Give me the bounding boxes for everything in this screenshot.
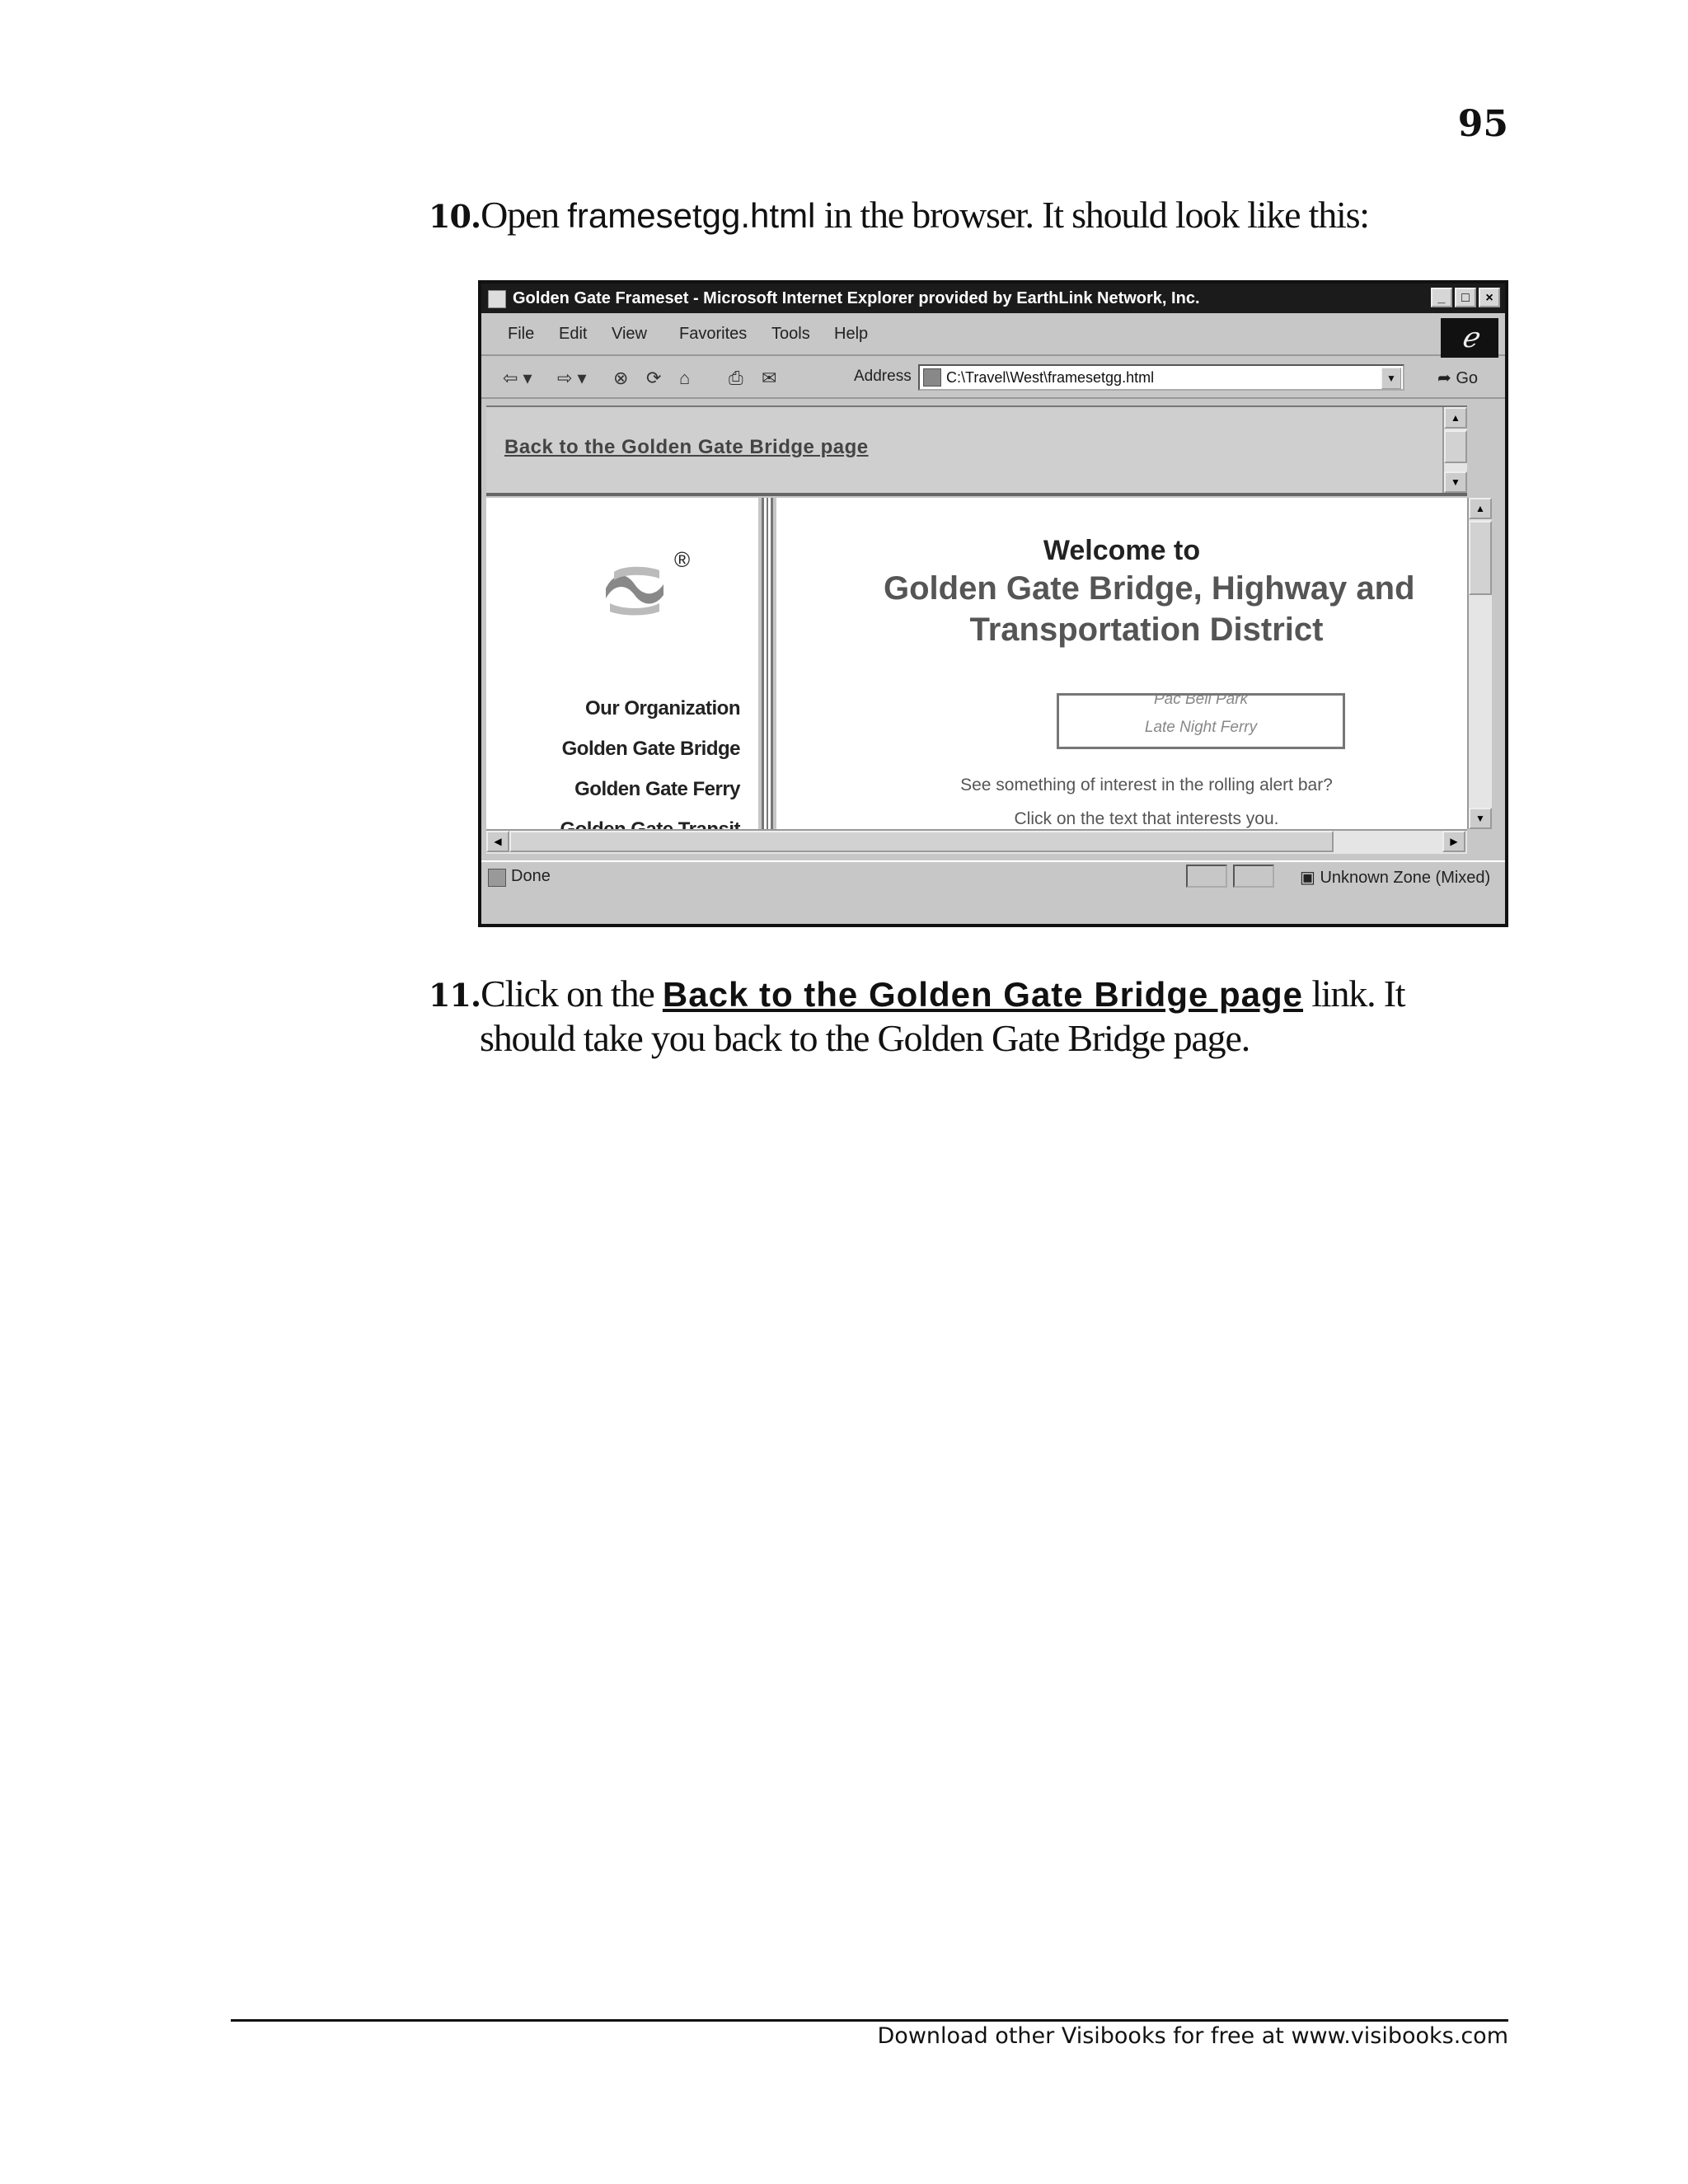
- address-value: C:\Travel\West\framesetgg.html: [946, 369, 1155, 386]
- menu-bar: File Edit View Favorites Tools Help: [481, 316, 1505, 356]
- top-frame-scrollbar[interactable]: ▲ ▼: [1442, 407, 1467, 493]
- top-frame: Back to the Golden Gate Bridge page ▲ ▼: [486, 405, 1467, 496]
- menu-favorites[interactable]: Favorites: [679, 325, 747, 344]
- close-button[interactable]: ×: [1479, 288, 1500, 307]
- nav-golden-gate-bridge[interactable]: Golden Gate Bridge: [562, 738, 741, 761]
- status-text: Done: [511, 867, 551, 885]
- back-to-bridge-text: Back to the Golden Gate Bridge page: [662, 975, 1304, 1014]
- mail-icon[interactable]: ✉: [762, 368, 776, 389]
- scroll-up-icon[interactable]: ▲: [1469, 498, 1492, 519]
- ie-page-icon: [488, 290, 506, 308]
- go-label: Go: [1456, 369, 1479, 387]
- back-icon[interactable]: ⇦ ▾: [503, 368, 532, 389]
- scroll-right-icon[interactable]: ▶: [1442, 831, 1465, 852]
- refresh-icon[interactable]: ⟳: [646, 368, 661, 389]
- footer-rule: [231, 2019, 1508, 2022]
- scroll-down-icon[interactable]: ▼: [1444, 471, 1467, 493]
- page-number: 95: [1457, 103, 1508, 145]
- home-icon[interactable]: ⌂: [679, 368, 690, 389]
- page-icon: [923, 368, 941, 387]
- minimize-button[interactable]: _: [1431, 288, 1452, 307]
- menu-file[interactable]: File: [508, 325, 534, 344]
- step-number: 10.: [429, 198, 481, 235]
- left-frame: ® Our Organization Golden Gate Bridge Go…: [486, 498, 758, 841]
- alert-text-1: See something of interest in the rolling…: [960, 776, 1333, 794]
- address-label: Address: [854, 368, 912, 385]
- step-text-before: Open: [481, 194, 568, 236]
- rolling-alert-bar[interactable]: Pac Bell Park Late Night Ferry: [1057, 693, 1345, 749]
- go-button[interactable]: ➦ Go: [1437, 368, 1478, 388]
- step-text-before: Click on the: [481, 972, 663, 1015]
- menu-edit[interactable]: Edit: [559, 325, 587, 344]
- file-name: framesetgg.html: [567, 196, 816, 235]
- ie-logo-icon: ℯ: [1441, 318, 1498, 358]
- status-cell: [1233, 865, 1274, 888]
- nav-our-organization[interactable]: Our Organization: [585, 697, 741, 720]
- golden-gate-logo: [606, 566, 663, 616]
- print-icon[interactable]: ⎙: [729, 368, 743, 389]
- district-heading-line1: Golden Gate Bridge, Highway and: [884, 570, 1415, 607]
- welcome-heading: Welcome to: [1043, 535, 1201, 566]
- address-input[interactable]: C:\Travel\West\framesetgg.html ▼: [918, 364, 1404, 391]
- menu-view[interactable]: View: [612, 325, 647, 344]
- scroll-left-icon[interactable]: ◀: [486, 831, 509, 852]
- district-heading-line2: Transportation District: [969, 612, 1324, 648]
- window-title: Golden Gate Frameset - Microsoft Interne…: [513, 289, 1200, 307]
- zone-text: Unknown Zone (Mixed): [1320, 869, 1491, 887]
- maximize-button[interactable]: □: [1455, 288, 1476, 307]
- scroll-thumb[interactable]: [1469, 521, 1492, 595]
- stop-icon[interactable]: ⊗: [613, 368, 628, 389]
- nav-golden-gate-ferry[interactable]: Golden Gate Ferry: [574, 778, 740, 801]
- step-11: 11.Click on the Back to the Golden Gate …: [429, 972, 1517, 1060]
- toolbar: ⇦ ▾ ⇨ ▾ ⊗ ⟳ ⌂ ⎙ ✉ Address C:\Travel\West…: [481, 358, 1505, 399]
- step-text-after: link. It: [1303, 972, 1405, 1015]
- scroll-thumb[interactable]: [509, 831, 1334, 852]
- page-done-icon: [488, 869, 506, 887]
- ticker-item[interactable]: Late Night Ferry: [1059, 719, 1343, 737]
- scroll-thumb[interactable]: [1444, 430, 1467, 463]
- scroll-up-icon[interactable]: ▲: [1444, 407, 1467, 429]
- browser-screenshot: Golden Gate Frameset - Microsoft Interne…: [478, 280, 1508, 927]
- chevron-down-icon[interactable]: ▼: [1381, 368, 1401, 389]
- frame-divider[interactable]: [762, 498, 773, 829]
- alert-text-2: Click on the text that interests you.: [1014, 809, 1279, 828]
- status-cell: [1186, 865, 1227, 888]
- back-to-bridge-link[interactable]: Back to the Golden Gate Bridge page: [504, 436, 869, 459]
- status-bar: Done ▣ Unknown Zone (Mixed): [481, 860, 1505, 892]
- step-10: 10.Open framesetgg.html in the browser. …: [429, 194, 1517, 238]
- forward-icon[interactable]: ⇨ ▾: [557, 368, 587, 389]
- footer-text: Download other Visibooks for free at www…: [877, 2023, 1508, 2049]
- step-text-after: in the browser. It should look like this…: [815, 194, 1370, 236]
- ticker-item[interactable]: Pac Bell Park: [1059, 696, 1343, 709]
- main-frame-scrollbar[interactable]: ▲ ▼: [1467, 498, 1492, 829]
- horizontal-scrollbar[interactable]: ◀ ▶: [486, 829, 1467, 854]
- menu-tools[interactable]: Tools: [771, 325, 810, 344]
- step-number: 11.: [429, 977, 481, 1014]
- main-frame: Welcome to Golden Gate Bridge, Highway a…: [776, 498, 1467, 829]
- scroll-down-icon[interactable]: ▼: [1469, 808, 1492, 829]
- menu-help[interactable]: Help: [834, 325, 868, 344]
- title-bar: Golden Gate Frameset - Microsoft Interne…: [481, 284, 1505, 313]
- registered-mark-icon: ®: [674, 547, 691, 572]
- security-zone: ▣ Unknown Zone (Mixed): [1300, 869, 1491, 887]
- step-text-line2: should take you back to the Golden Gate …: [480, 1017, 1250, 1059]
